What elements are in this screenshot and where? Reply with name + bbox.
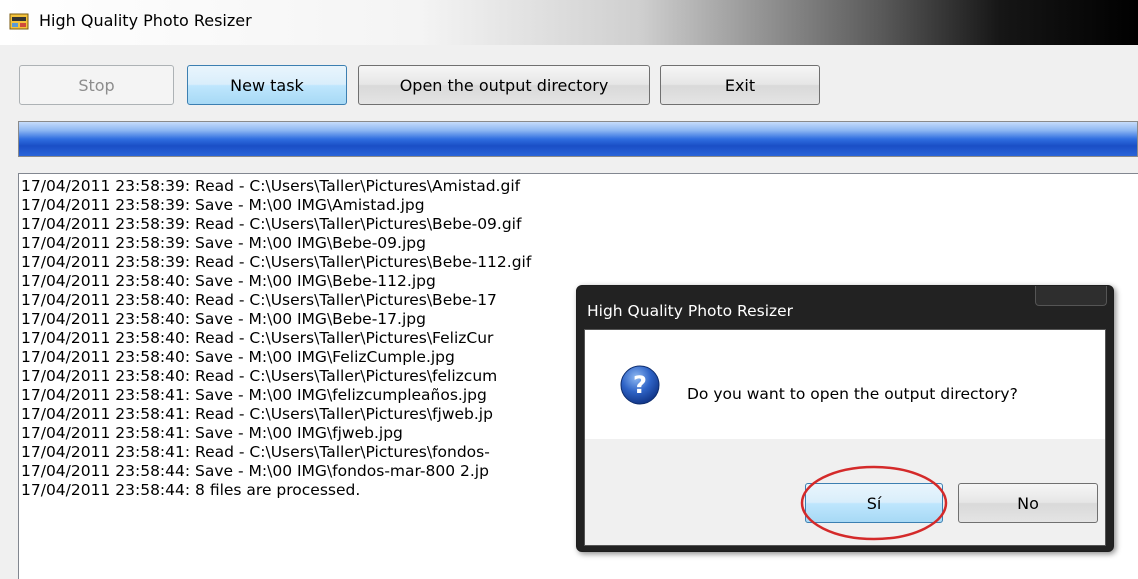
no-button[interactable]: No (958, 483, 1098, 523)
exit-button[interactable]: Exit (660, 65, 820, 105)
log-line: 17/04/2011 23:58:39: Read - C:\Users\Tal… (21, 215, 522, 233)
highlight-ellipse (800, 465, 948, 541)
dialog-body: ? Do you want to open the output directo… (584, 329, 1106, 546)
exit-button-label: Exit (724, 75, 756, 95)
log-line: 17/04/2011 23:58:40: Save - M:\00 IMG\Be… (21, 272, 436, 290)
open-output-directory-button-label: Open the output directory (399, 75, 609, 95)
log-line: 17/04/2011 23:58:40: Read - C:\Users\Tal… (21, 291, 497, 309)
log-line: 17/04/2011 23:58:40: Read - C:\Users\Tal… (21, 329, 494, 347)
window-title: High Quality Photo Resizer (39, 11, 252, 30)
dialog-close-button[interactable] (1035, 286, 1107, 306)
log-line: 17/04/2011 23:58:40: Save - M:\00 IMG\Fe… (21, 348, 455, 366)
log-line: 17/04/2011 23:58:39: Read - C:\Users\Tal… (21, 177, 521, 195)
log-line: 17/04/2011 23:58:44: Save - M:\00 IMG\fo… (21, 462, 489, 480)
dialog-message-area: ? Do you want to open the output directo… (585, 330, 1105, 439)
stop-button-label: Stop (78, 75, 115, 95)
log-line: 17/04/2011 23:58:40: Read - C:\Users\Tal… (21, 367, 498, 385)
svg-text:?: ? (633, 371, 647, 399)
log-line: 17/04/2011 23:58:41: Read - C:\Users\Tal… (21, 443, 490, 461)
log-line: 17/04/2011 23:58:41: Save - M:\00 IMG\fj… (21, 424, 403, 442)
no-button-label: No (1017, 493, 1039, 513)
dialog-message: Do you want to open the output directory… (687, 385, 1018, 403)
title-bar: High Quality Photo Resizer (0, 0, 1138, 45)
log-line: 17/04/2011 23:58:41: Read - C:\Users\Tal… (21, 405, 493, 423)
progress-bar (18, 121, 1138, 157)
new-task-button[interactable]: New task (187, 65, 347, 105)
question-icon: ? (620, 365, 660, 405)
log-line: 17/04/2011 23:58:44: 8 files are process… (21, 481, 361, 499)
new-task-button-label: New task (230, 75, 304, 95)
open-output-directory-button[interactable]: Open the output directory (358, 65, 650, 105)
dialog-title: High Quality Photo Resizer (587, 302, 794, 320)
log-line: 17/04/2011 23:58:41: Save - M:\00 IMG\fe… (21, 386, 487, 404)
confirm-dialog: High Quality Photo Resizer ? Do you want… (576, 285, 1114, 552)
log-line: 17/04/2011 23:58:39: Save - M:\00 IMG\Be… (21, 234, 426, 252)
log-line: 17/04/2011 23:58:40: Save - M:\00 IMG\Be… (21, 310, 426, 328)
progress-bar-fill (19, 122, 1137, 156)
stop-button[interactable]: Stop (19, 65, 174, 105)
log-line: 17/04/2011 23:58:39: Save - M:\00 IMG\Am… (21, 196, 425, 214)
log-line: 17/04/2011 23:58:39: Read - C:\Users\Tal… (21, 253, 532, 271)
photo-resizer-app-icon (9, 13, 29, 30)
